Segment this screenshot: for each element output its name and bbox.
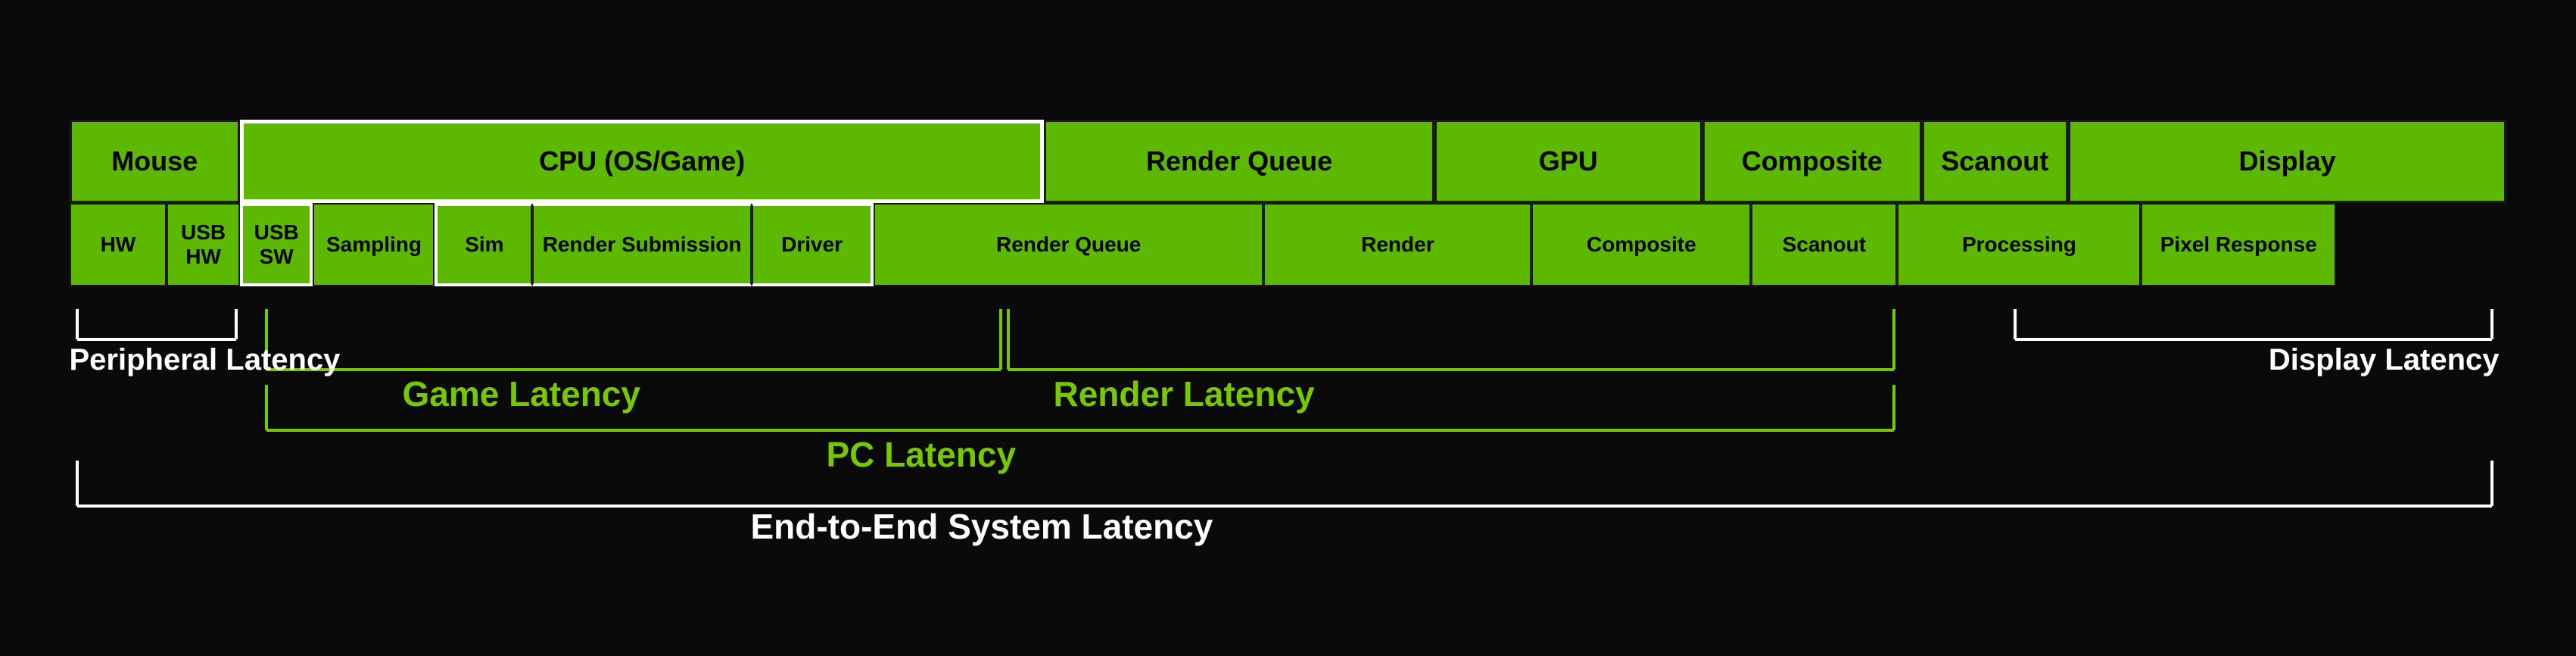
sub-sim-label: Sim [465, 233, 503, 257]
cat-mouse: Mouse [70, 120, 240, 203]
sub-usb-sw-label: USB SW [246, 220, 307, 269]
sub-render-submission: Render Submission [532, 203, 752, 286]
category-row: Mouse CPU (OS/Game) Render Queue GPU Com… [70, 120, 2507, 203]
cat-mouse-label: Mouse [111, 145, 198, 177]
sub-processing: Processing [1897, 203, 2141, 286]
sub-sim: Sim [435, 203, 532, 286]
cat-composite: Composite [1702, 120, 1922, 203]
sub-usb-hw: USB HW [167, 203, 240, 286]
brackets-svg [70, 294, 2507, 536]
sub-sampling: Sampling [313, 203, 435, 286]
sub-render: Render [1263, 203, 1531, 286]
sub-pixel-response-label: Pixel Response [2160, 233, 2317, 257]
cat-gpu: GPU [1434, 120, 1702, 203]
sub-usb-hw-label: USB HW [171, 220, 235, 269]
sub-scanout: Scanout [1751, 203, 1897, 286]
cat-scanout-label: Scanout [1941, 145, 2048, 177]
display-latency-label: Display Latency [2269, 343, 2500, 377]
sub-component-row: HW USB HW USB SW Sampling Sim Render Sub… [70, 203, 2507, 286]
sub-sampling-label: Sampling [326, 233, 422, 257]
cat-scanout: Scanout [1922, 120, 2068, 203]
game-latency-label: Game Latency [403, 373, 640, 414]
cat-composite-label: Composite [1742, 145, 1883, 177]
sub-hw: HW [70, 203, 167, 286]
sub-processing-label: Processing [1962, 233, 2076, 257]
cat-cpu-label: CPU (OS/Game) [539, 145, 745, 177]
cat-cpu: CPU (OS/Game) [240, 120, 1045, 203]
sub-pixel-response: Pixel Response [2141, 203, 2336, 286]
end-to-end-latency-label: End-to-End System Latency [751, 506, 1213, 547]
sub-composite-label: Composite [1587, 233, 1696, 257]
sub-rq-label: Render Queue [996, 233, 1141, 257]
peripheral-latency-label: Peripheral Latency [70, 343, 341, 377]
cat-rq-label: Render Queue [1146, 145, 1332, 177]
sub-render-sub-label: Render Submission [543, 233, 742, 257]
pc-latency-label: PC Latency [827, 434, 1017, 475]
sub-composite: Composite [1531, 203, 1751, 286]
render-latency-label: Render Latency [1054, 373, 1315, 414]
sub-render-label: Render [1361, 233, 1434, 257]
sub-scanout-label: Scanout [1783, 233, 1866, 257]
sub-render-queue: Render Queue [874, 203, 1263, 286]
cat-render-queue: Render Queue [1044, 120, 1434, 203]
sub-driver: Driver [752, 203, 874, 286]
diagram: Mouse CPU (OS/Game) Render Queue GPU Com… [39, 97, 2537, 559]
cat-display-label: Display [2239, 145, 2336, 177]
sub-driver-label: Driver [781, 233, 843, 257]
sub-hw-label: HW [101, 233, 136, 257]
latency-section: Peripheral Latency Game Latency Render L… [70, 294, 2507, 536]
cat-gpu-label: GPU [1539, 145, 1598, 177]
sub-usb-sw: USB SW [240, 203, 313, 286]
cat-display: Display [2068, 120, 2507, 203]
